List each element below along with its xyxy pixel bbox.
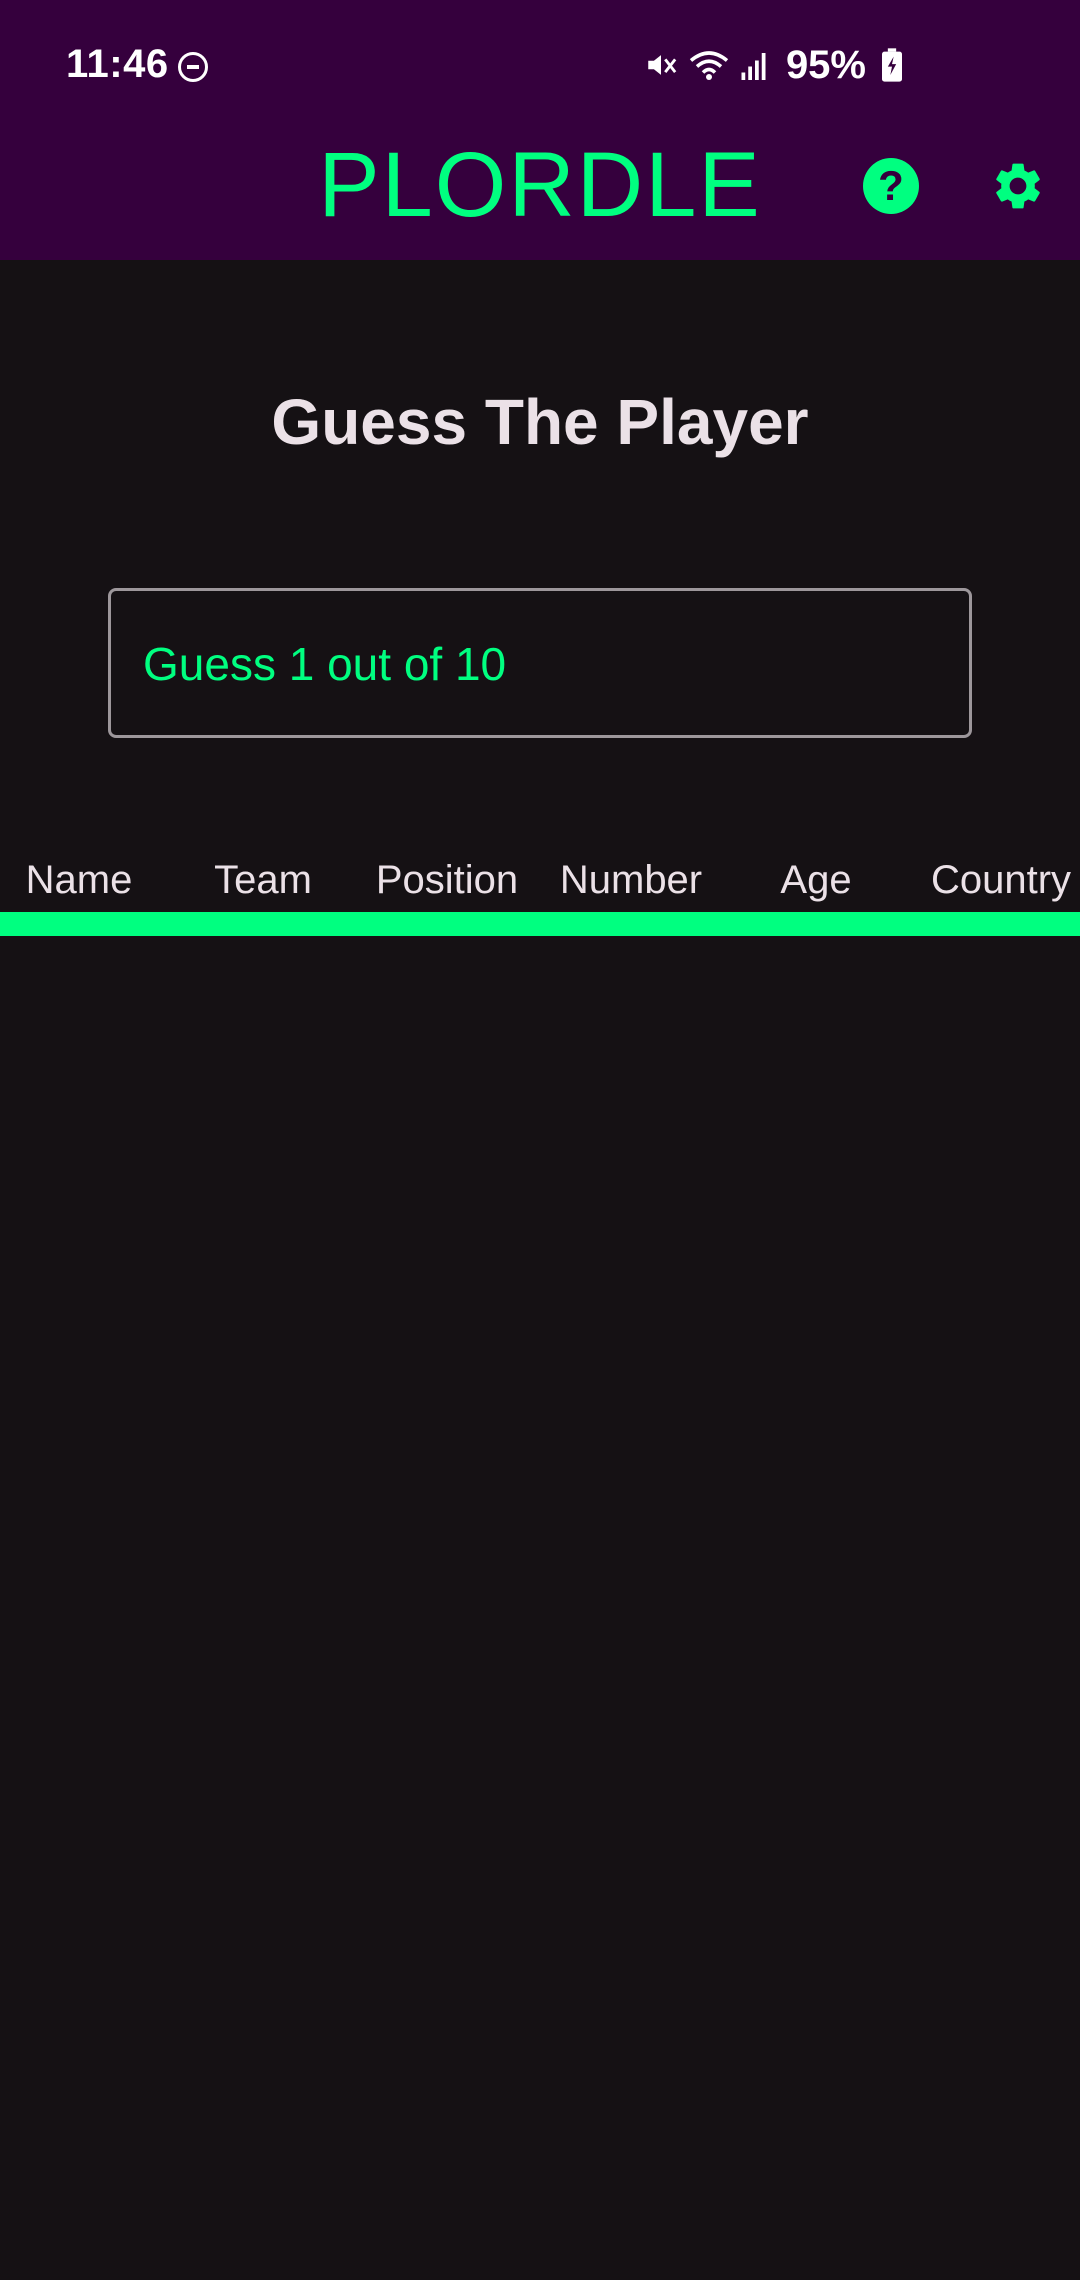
mute-icon xyxy=(644,48,678,82)
table-header: Name Team Position Number Age Country xyxy=(0,852,1080,908)
app-header: 11:46 95% PLORDLE ? xyxy=(0,0,1080,260)
column-header-country: Country xyxy=(930,858,1072,902)
status-icons: 95% xyxy=(644,40,902,90)
wifi-icon xyxy=(688,48,730,82)
guess-table-body xyxy=(0,936,1080,2280)
column-header-number: Number xyxy=(559,858,703,902)
status-time: 11:46 xyxy=(66,42,169,86)
column-header-age: Age xyxy=(780,858,852,902)
gear-icon xyxy=(990,163,1046,218)
app-screen: 11:46 95% PLORDLE ? Guess The Player Gue… xyxy=(0,0,1080,2280)
help-button[interactable]: ? xyxy=(863,158,919,214)
column-header-name: Name xyxy=(25,858,133,902)
battery-percent: 95% xyxy=(785,42,866,87)
battery-charging-icon xyxy=(882,48,902,82)
status-bar: 11:46 95% xyxy=(0,0,1080,136)
table-header-divider xyxy=(0,912,1080,936)
column-header-position: Position xyxy=(375,858,519,902)
page-title: Guess The Player xyxy=(271,386,809,458)
signal-icon xyxy=(740,48,770,82)
column-header-team: Team xyxy=(214,858,312,902)
settings-button[interactable] xyxy=(990,158,1046,214)
guess-input[interactable]: Guess 1 out of 10 xyxy=(108,588,972,738)
do-not-disturb-icon xyxy=(178,52,208,82)
guess-counter: Guess 1 out of 10 xyxy=(143,638,507,690)
help-circle-icon: ? xyxy=(878,162,904,209)
